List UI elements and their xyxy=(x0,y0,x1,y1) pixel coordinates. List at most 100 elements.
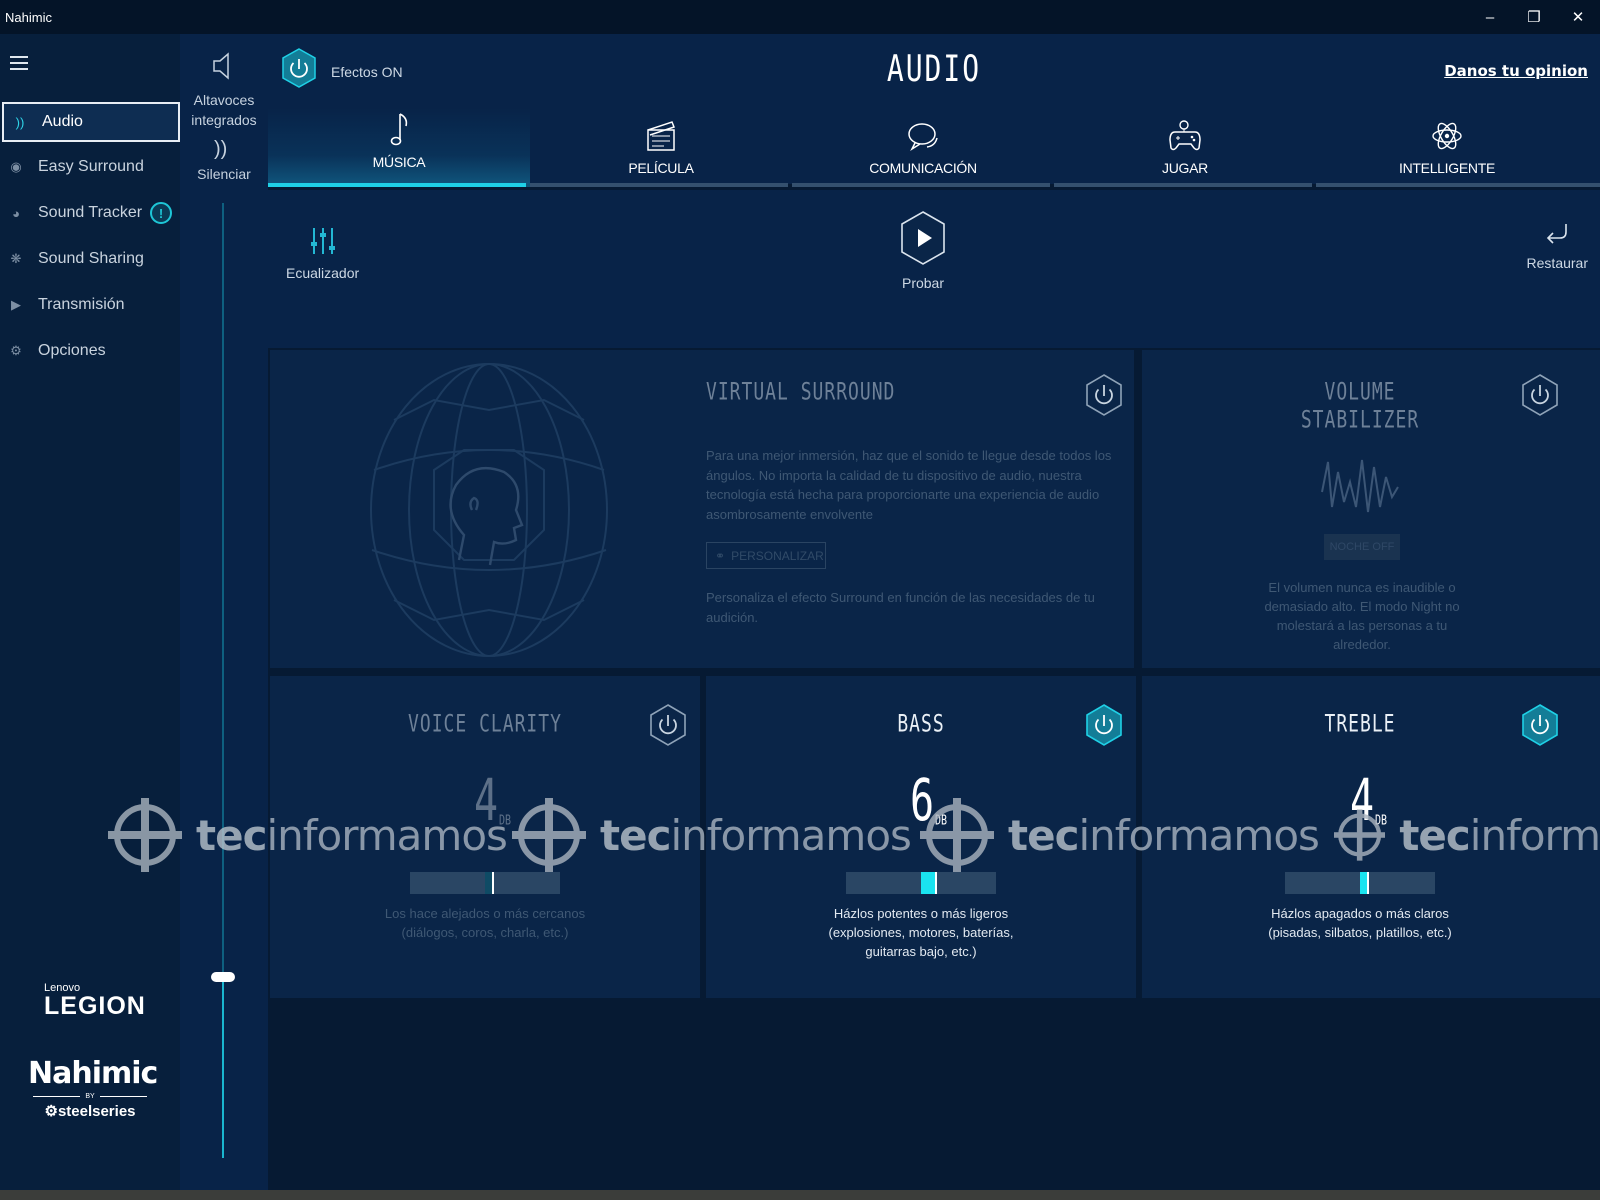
value-number: 4 xyxy=(474,767,499,835)
bass-slider[interactable] xyxy=(846,872,996,894)
tab-musica[interactable]: MÚSICA xyxy=(268,108,530,187)
by-text: BY xyxy=(28,1093,152,1100)
steelseries-label: steelseries xyxy=(57,1103,136,1120)
sidebar-item-label: Sound Tracker xyxy=(38,204,143,221)
device-name[interactable]: Altavoces integrados xyxy=(180,90,268,130)
surround-head-globe-icon xyxy=(370,363,608,657)
treble-power-button[interactable] xyxy=(1522,704,1558,746)
customize-button[interactable]: ⚭ PERSONALIZAR xyxy=(706,542,826,569)
virtual-surround-card: VIRTUAL SURROUND Para una mejor inmersió… xyxy=(270,350,1134,668)
nahimic-text: Nahimic xyxy=(28,1056,158,1091)
close-button[interactable]: ✕ xyxy=(1556,0,1600,34)
card-title-line1: VOLUME xyxy=(1324,378,1396,407)
sidebar-item-audio[interactable]: )) Audio xyxy=(2,102,180,142)
stream-icon: ▶ xyxy=(11,297,21,312)
tab-label: PELÍCULA xyxy=(628,160,694,176)
equalizer-label: Ecualizador xyxy=(286,265,360,281)
atom-icon xyxy=(1432,122,1462,150)
legion-text: LEGION xyxy=(44,992,146,1020)
waveform-icon xyxy=(1321,459,1399,513)
speaker-icon[interactable] xyxy=(210,50,238,82)
profile-tabs: MÚSICA PELÍCULA COMUNICACIÓN JUGAR INTEL xyxy=(268,108,1600,187)
equalizer-button[interactable]: Ecualizador xyxy=(286,224,359,281)
mute-label[interactable]: Silenciar xyxy=(180,164,268,184)
sidebar-item-label: Opciones xyxy=(38,342,106,359)
virtual-surround-power-button[interactable] xyxy=(1086,374,1122,416)
clapperboard-icon xyxy=(647,121,675,151)
sidebar: )) Audio ◉ Easy Surround ◕ Sound Tracker… xyxy=(0,34,180,1194)
sidebar-item-opciones[interactable]: ⚙ Opciones xyxy=(0,331,180,371)
card-description: El volumen nunca es inaudible o demasiad… xyxy=(1264,580,1460,652)
tracker-icon: ◕ xyxy=(12,205,20,221)
minimize-icon: – xyxy=(1485,8,1495,26)
tab-comunicacion[interactable]: COMUNICACIÓN xyxy=(792,108,1054,187)
audio-wave-icon: )) xyxy=(15,114,25,130)
tab-label: COMUNICACIÓN xyxy=(869,160,977,176)
card-description: Házlos apagados o más claros (pisadas, s… xyxy=(1268,906,1452,940)
restore-icon: ❐ xyxy=(1527,9,1541,26)
main-panel: Efectos ON AUDIO Danos tu opinion MÚSICA… xyxy=(268,34,1600,1194)
tab-label: JUGAR xyxy=(1162,160,1208,176)
card-description: Los hace alejados o más cercanos (diálog… xyxy=(384,906,586,940)
value-unit: DB xyxy=(1375,814,1388,829)
surround-icon: ◉ xyxy=(10,159,22,174)
minimize-button[interactable]: – xyxy=(1468,0,1512,34)
tab-intelligente[interactable]: INTELLIGENTE xyxy=(1316,108,1600,187)
value-unit: DB xyxy=(935,814,948,829)
gear-icon: ⚙ xyxy=(10,343,22,358)
undo-arrow-icon xyxy=(1547,224,1568,244)
sidebar-item-transmision[interactable]: ▶ Transmisión xyxy=(0,285,180,325)
sidebar-item-sound-sharing[interactable]: ❋ Sound Sharing xyxy=(0,239,180,279)
restore-label: Restaurar xyxy=(1526,255,1588,271)
top-bar: Efectos ON AUDIO Danos tu opinion MÚSICA… xyxy=(268,34,1600,187)
bass-card: BASS 6 DB Házlos potentes o más ligeros … xyxy=(706,676,1136,998)
sidebar-item-label: Transmisión xyxy=(38,296,125,313)
card-title: BASS xyxy=(897,710,945,739)
nahimic-logo: Nahimic BY ⚙steelseries xyxy=(28,1056,158,1120)
value-number: 6 xyxy=(910,767,935,835)
feedback-link[interactable]: Danos tu opinion xyxy=(1444,62,1588,80)
night-mode-button[interactable]: NOCHE OFF xyxy=(1324,534,1400,560)
sidebar-item-sound-tracker[interactable]: ◕ Sound Tracker ! xyxy=(0,193,180,233)
card-subdescription: Personaliza el efecto Surround en funció… xyxy=(706,590,1095,625)
volume-stabilizer-power-button[interactable] xyxy=(1522,374,1558,416)
card-title: TREBLE xyxy=(1324,710,1396,739)
hamburger-menu-icon[interactable] xyxy=(10,56,28,70)
music-note-icon xyxy=(390,113,408,146)
window-title: Nahimic xyxy=(5,9,52,25)
voice-clarity-power-button[interactable] xyxy=(650,704,686,746)
restore-button[interactable]: Restaurar xyxy=(1527,220,1588,271)
bass-power-button[interactable] xyxy=(1086,704,1122,746)
chat-bubbles-icon xyxy=(908,123,938,152)
toolbar: Ecualizador Probar Restaurar xyxy=(268,190,1600,348)
sidebar-item-easy-surround[interactable]: ◉ Easy Surround xyxy=(0,147,180,187)
tab-jugar[interactable]: JUGAR xyxy=(1054,108,1316,187)
sidebar-item-label: Audio xyxy=(42,113,83,130)
value-number: 4 xyxy=(1350,767,1375,835)
mute-wave-icon[interactable]: )) xyxy=(214,138,227,161)
volume-slider-fill xyxy=(222,976,224,1158)
sidebar-item-label: Easy Surround xyxy=(38,158,144,175)
customize-label: PERSONALIZAR xyxy=(731,548,824,563)
tab-label: MÚSICA xyxy=(372,154,426,170)
card-description: Para una mejor inmersión, haz que el son… xyxy=(706,448,1112,522)
lenovo-legion-logo: Lenovo LEGION xyxy=(44,982,146,1021)
volume-stabilizer-card: VOLUME STABILIZER NOCHE OFF El volumen n… xyxy=(1142,350,1600,668)
volume-slider-thumb[interactable] xyxy=(211,971,235,982)
tab-label: INTELLIGENTE xyxy=(1399,160,1495,176)
tab-pelicula[interactable]: PELÍCULA xyxy=(530,108,792,187)
card-title-line2: STABILIZER xyxy=(1300,406,1420,435)
sharing-icon: ❋ xyxy=(10,251,22,266)
voice-clarity-card: VOICE CLARITY 4 DB Los hace alejados o m… xyxy=(270,676,700,998)
taskbar xyxy=(0,1190,1600,1200)
play-label: Probar xyxy=(901,275,945,291)
treble-slider[interactable] xyxy=(1285,872,1435,894)
value-unit: DB xyxy=(499,814,512,829)
restore-button[interactable]: ❐ xyxy=(1512,0,1556,34)
play-test-button[interactable]: Probar xyxy=(898,210,948,291)
device-column: Altavoces integrados )) Silenciar xyxy=(180,34,268,1194)
voice-clarity-slider[interactable] xyxy=(410,872,560,894)
steelseries-text: ⚙steelseries xyxy=(44,1103,136,1120)
headphones-icon: ⚭ xyxy=(715,548,726,563)
card-title: VOICE CLARITY xyxy=(408,710,562,739)
